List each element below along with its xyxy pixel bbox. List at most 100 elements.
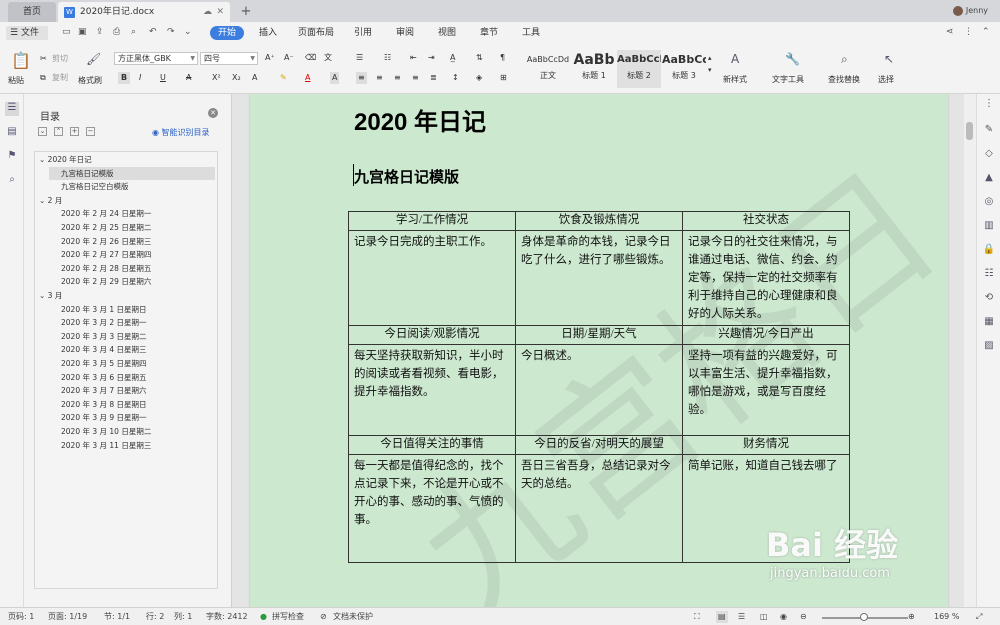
expand-all-icon[interactable]: ⌃ [54, 127, 63, 136]
copy-icon[interactable]: ⧉ [40, 72, 46, 84]
grid-cell[interactable]: 每天坚持获取新知识，半小时的阅读或者看视频、看电影，提升幸福指数。 [348, 344, 516, 436]
chevron-down-icon[interactable]: ⌄ [39, 196, 48, 205]
format-painter-label[interactable]: 格式刷 [78, 75, 102, 87]
zoom-slider-thumb[interactable] [860, 613, 868, 621]
font-name-select[interactable]: 方正黑体_GBK ▼ [114, 52, 198, 65]
grid-header[interactable]: 日期/星期/天气 [515, 325, 683, 346]
style-heading-2[interactable]: AaBbCcI 标题 2 [617, 50, 661, 88]
menu-chapter[interactable]: 章节 [480, 26, 498, 40]
distribute-icon[interactable]: ≣ [430, 72, 437, 84]
toc-item[interactable]: 2020 年 3 月 8 日星期日 [49, 398, 215, 411]
eye-protect-icon[interactable]: ◉ [780, 611, 787, 623]
lock-icon[interactable]: 🔒 [982, 244, 996, 258]
toc-item[interactable]: 2020 年 2 月 24 日星期一 [49, 207, 215, 220]
file-menu-button[interactable]: ☰ 文件 [6, 26, 48, 40]
tab-home[interactable]: 首页 [8, 2, 56, 22]
fit-window-icon[interactable]: ⤢ [976, 611, 982, 623]
strikethrough-icon[interactable]: A [186, 72, 191, 84]
shapes-icon[interactable]: ◇ [982, 148, 996, 162]
more-options-icon[interactable]: ⋮ [964, 27, 973, 37]
toc-item[interactable]: 九宫格日记空白模版 [49, 180, 215, 193]
status-page[interactable]: 页面: 1/19 [48, 611, 87, 623]
export-pdf-icon[interactable]: ⇪ [96, 27, 104, 37]
customize-chevron-icon[interactable]: ⌄ [184, 27, 192, 37]
new-style-label[interactable]: 新样式 [723, 74, 747, 86]
print-icon[interactable]: ⎙ [113, 27, 120, 37]
undo-icon[interactable]: ↶ [149, 27, 157, 37]
format-painter-icon[interactable]: 🖌 [86, 52, 101, 66]
page-thumbnail-icon[interactable]: ▤ [5, 126, 19, 140]
open-folder-icon[interactable]: ▭ [62, 27, 71, 37]
protect-label[interactable]: 文档未保护 [333, 611, 373, 623]
align-left-icon[interactable]: ≡ [356, 72, 367, 84]
show-marks-icon[interactable]: ¶ [500, 52, 505, 64]
grid-cell[interactable]: 今日概述。 [515, 344, 683, 436]
toc-item[interactable]: 2020 年 3 月 10 日星期二 [49, 425, 215, 438]
toc-item[interactable]: 2020 年 3 月 1 日星期日 [49, 303, 215, 316]
select-label[interactable]: 选择 [878, 74, 894, 86]
cut-icon[interactable]: ✂ [40, 53, 47, 65]
toc-item[interactable]: 2020 年 3 月 11 日星期三 [49, 439, 215, 452]
focus-mode-icon[interactable]: ⛶ [694, 611, 700, 623]
grid-cell[interactable]: 吾日三省吾身，总结记录对今天的总结。 [515, 453, 683, 564]
increase-indent-icon[interactable]: ⇥ [428, 52, 435, 64]
toc-item[interactable]: 2020 年 3 月 2 日星期一 [49, 316, 215, 329]
zoom-level[interactable]: 169 % [934, 611, 959, 623]
grid-header[interactable]: 财务情况 [682, 434, 850, 455]
style-normal[interactable]: AaBbCcDd 正文 [526, 50, 570, 88]
style-heading-3[interactable]: AaBbCc 标题 3 [662, 50, 706, 88]
shrink-font-icon[interactable]: A⁻ [284, 52, 294, 64]
font-color-icon[interactable]: A [305, 72, 310, 84]
toc-item[interactable]: 2020 年 3 月 7 日星期六 [49, 384, 215, 397]
find-icon[interactable]: ⌕ [5, 174, 19, 188]
menu-insert[interactable]: 插入 [259, 26, 277, 40]
toc-item[interactable]: 2020 年 3 月 4 日星期三 [49, 343, 215, 356]
scrollbar-thumb[interactable] [966, 122, 973, 140]
style-gallery-expand-icon[interactable]: ▴ ▾ [708, 52, 712, 76]
document-subtitle[interactable]: 九宫格日记模版 [354, 166, 459, 187]
cloud-icon[interactable]: ☁ [203, 2, 212, 22]
toc-item[interactable]: 2020 年 2 月 27 日星期四 [49, 248, 215, 261]
cursor-select-icon[interactable]: ↖ [884, 52, 894, 66]
toc-item[interactable]: 2020 年 3 月 6 日星期五 [49, 371, 215, 384]
save-icon[interactable]: ▣ [78, 27, 87, 37]
menu-review[interactable]: 审阅 [396, 26, 414, 40]
copy-label[interactable]: 复制 [52, 72, 68, 84]
collapse-all-icon[interactable]: ⌄ [38, 127, 47, 136]
menu-view[interactable]: 视图 [438, 26, 456, 40]
chevron-down-icon[interactable]: ⌄ [39, 291, 48, 300]
toc-nav-icon[interactable]: ☰ [5, 102, 19, 116]
document-title[interactable]: 2020 年日记 [354, 102, 486, 137]
superscript-icon[interactable]: X² [212, 72, 221, 84]
clear-format-icon[interactable]: ⌫ [305, 52, 316, 64]
toc-item[interactable]: 2020 年 2 月 28 日星期五 [49, 262, 215, 275]
grid-cell[interactable]: 身体是革命的本钱，记录今日吃了什么，进行了哪些锻炼。 [515, 230, 683, 327]
edit-pen-icon[interactable]: ✎ [982, 124, 996, 138]
library-icon[interactable]: ▥ [982, 220, 996, 234]
chinese-layout-icon[interactable]: A̲ [450, 52, 455, 64]
translate-icon[interactable]: ▲ [982, 172, 996, 186]
user-account[interactable]: Jenny [952, 4, 988, 18]
paste-icon[interactable]: 📋 [11, 51, 31, 70]
toc-item[interactable]: 九宫格日记模版 [49, 166, 215, 180]
phonetic-icon[interactable]: 文 [324, 52, 332, 64]
grid-header[interactable]: 饮食及锻炼情况 [515, 210, 683, 232]
grid-cell[interactable]: 记录今日完成的主职工作。 [348, 230, 516, 327]
wrench-icon[interactable]: 🔧 [785, 52, 800, 66]
close-tab-icon[interactable]: ✕ [216, 2, 224, 22]
subscript-icon[interactable]: X₂ [232, 72, 241, 84]
page-view-icon[interactable]: ▤ [716, 611, 728, 623]
toc-group-item[interactable]: ⌄ 2 月 [39, 194, 215, 207]
print-preview-icon[interactable]: ⌕ [131, 27, 136, 37]
status-page-code[interactable]: 页码: 1 [8, 611, 34, 623]
menu-page-layout[interactable]: 页面布局 [298, 26, 334, 40]
justify-icon[interactable]: ≡ [412, 72, 419, 84]
style-heading-1[interactable]: AaBb 标题 1 [572, 50, 616, 88]
grid-cell[interactable]: 每一天都是值得纪念的，找个点记录下来，不论是开心或不开心的事、感动的事、气愤的事… [348, 453, 516, 564]
compass-icon[interactable]: ◎ [982, 196, 996, 210]
grid-header[interactable]: 兴趣情况/今日产出 [682, 325, 850, 346]
decrease-indent-icon[interactable]: ⇤ [410, 52, 417, 64]
menu-references[interactable]: 引用 [354, 26, 372, 40]
history-icon[interactable]: ⟲ [982, 292, 996, 306]
zoom-out-icon[interactable]: ⊖ [800, 611, 807, 623]
